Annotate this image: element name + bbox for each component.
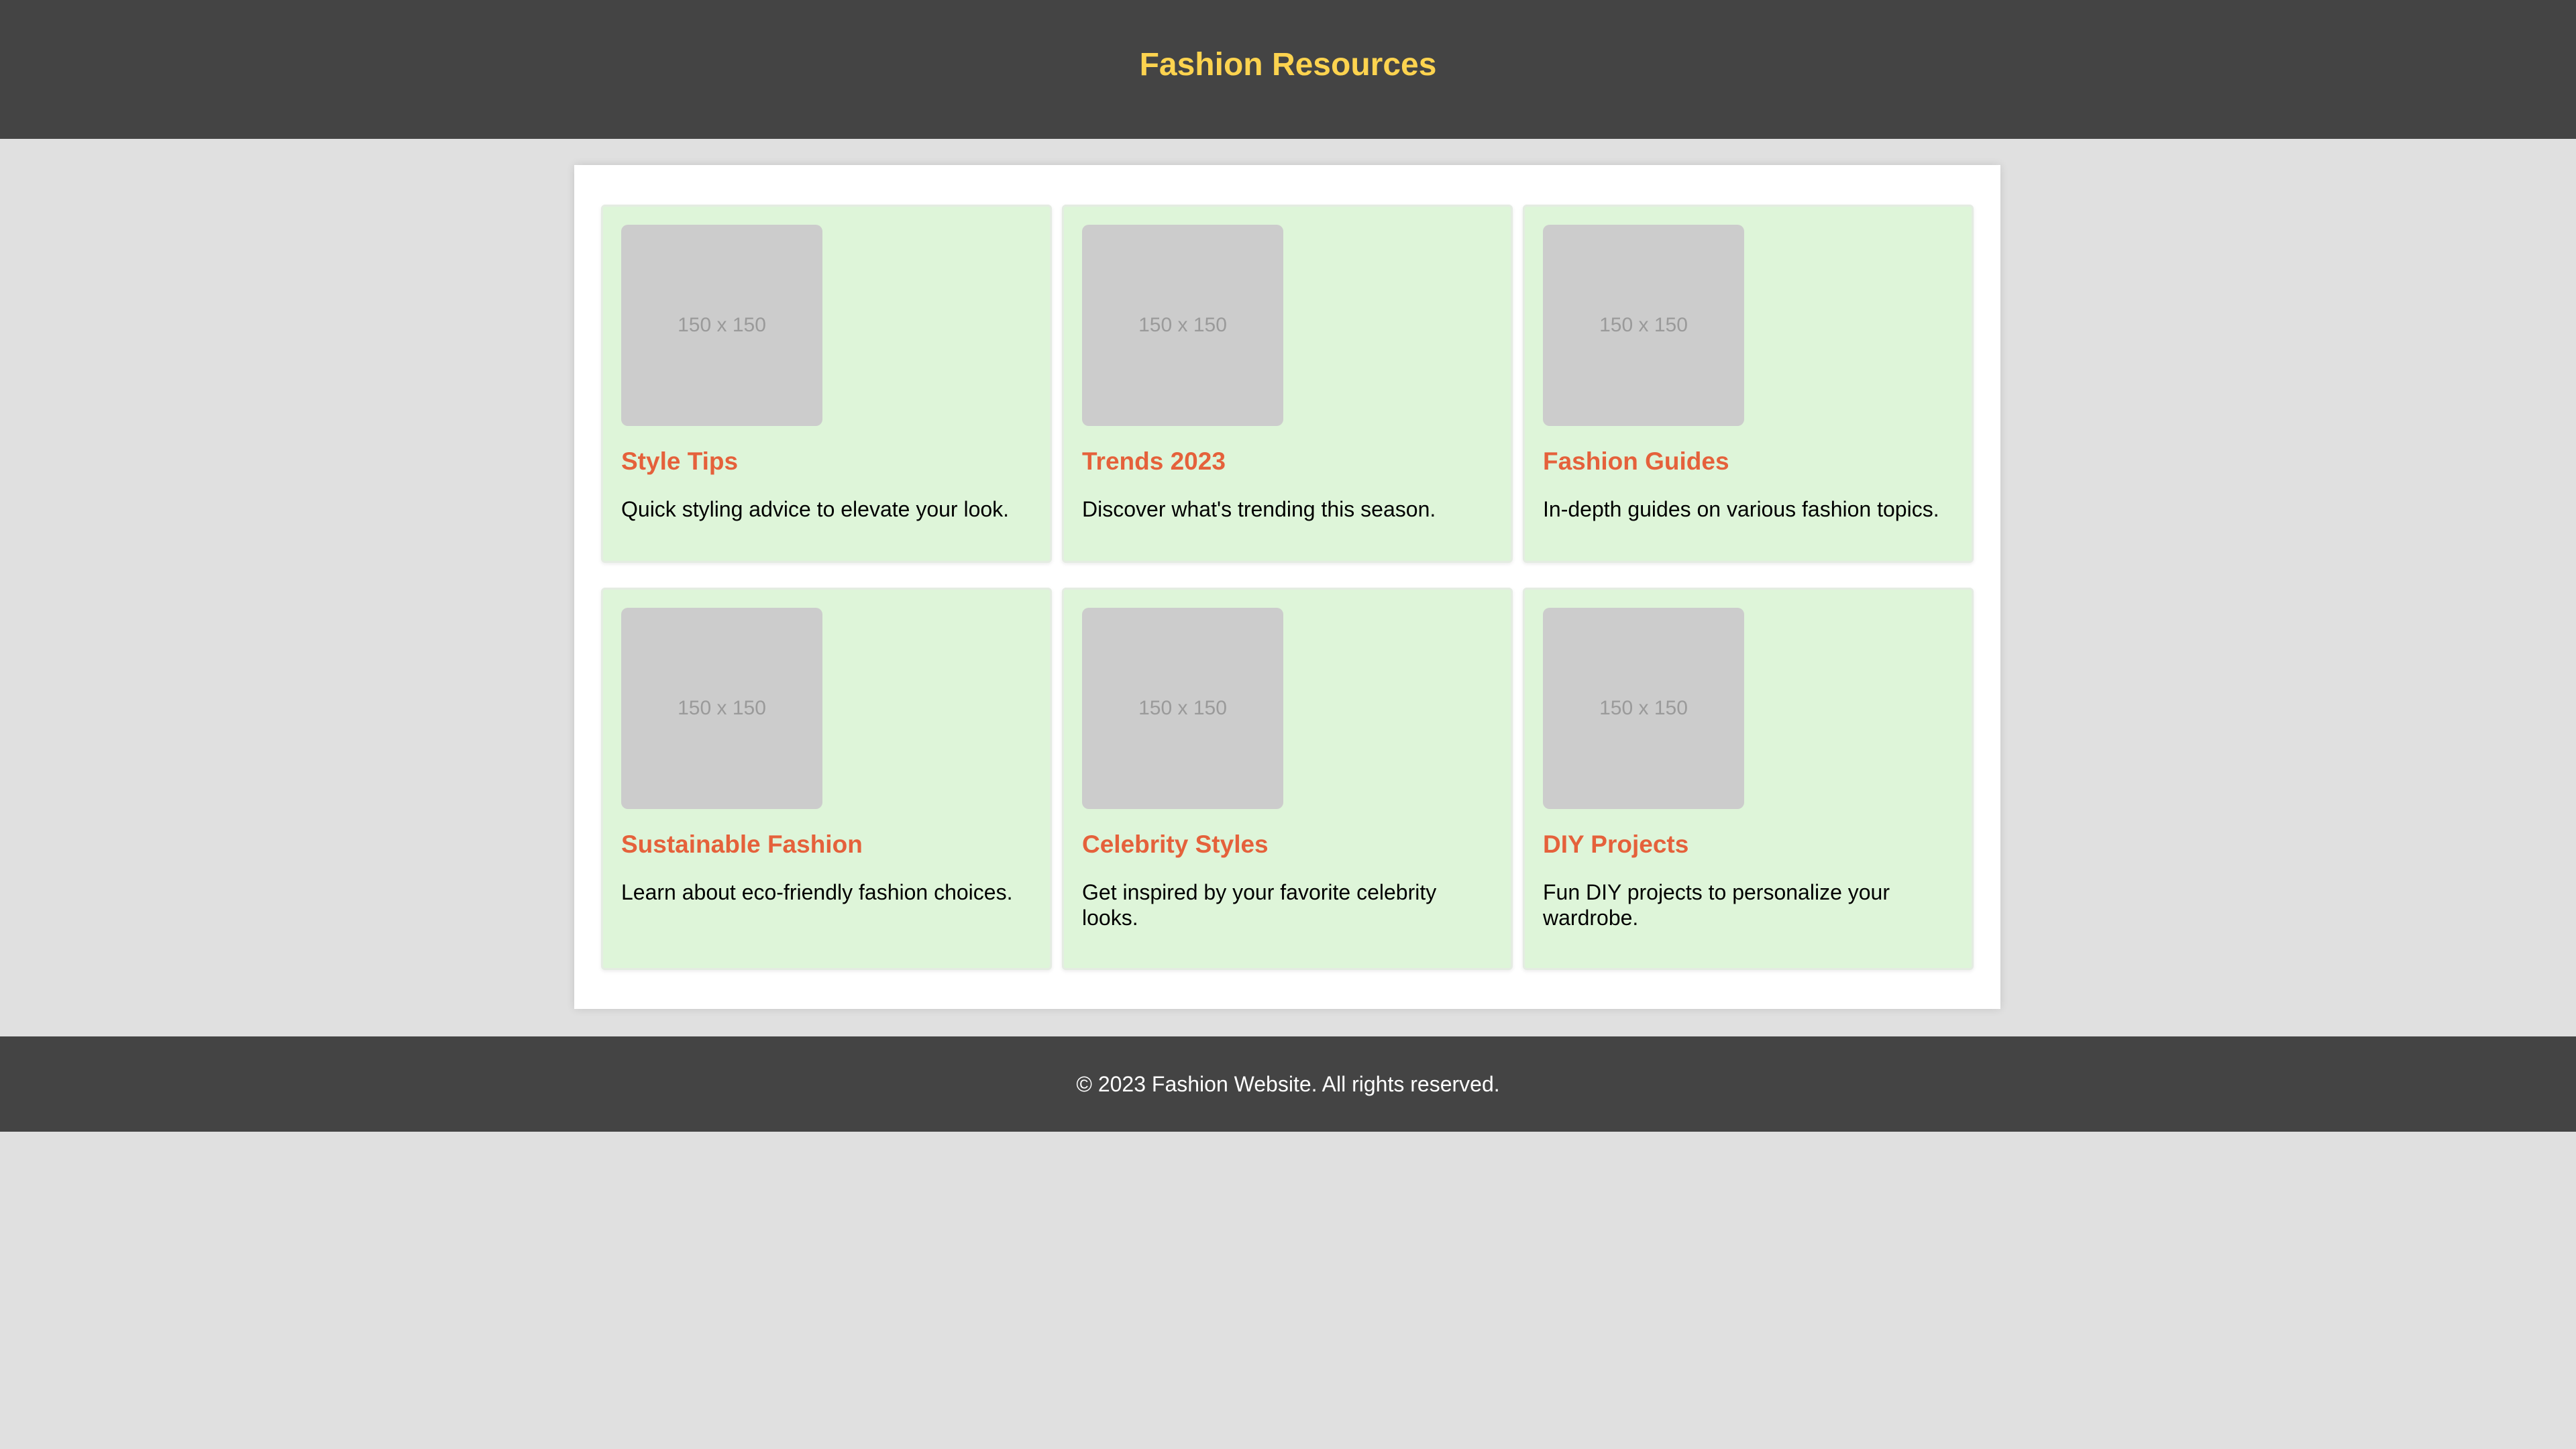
site-header: Fashion Resources [0,0,2576,139]
site-footer: © 2023 Fashion Website. All rights reser… [0,1036,2576,1132]
placeholder-image-label: 150 x 150 [1599,697,1688,719]
placeholder-image: 150 x 150 [621,225,822,426]
placeholder-image: 150 x 150 [1082,608,1283,809]
resources-container: 150 x 150 Style Tips Quick styling advic… [574,165,2000,1009]
page-title: Fashion Resources [1139,47,1437,83]
card-description: Get inspired by your favorite celebrity … [1082,880,1437,930]
placeholder-image-label: 150 x 150 [678,314,766,336]
resource-card-style-tips[interactable]: 150 x 150 Style Tips Quick styling advic… [601,205,1052,563]
placeholder-image: 150 x 150 [1543,225,1744,426]
card-description: Quick styling advice to elevate your loo… [621,497,1010,521]
placeholder-image-label: 150 x 150 [1599,314,1688,336]
resource-card-trends-2023[interactable]: 150 x 150 Trends 2023 Discover what's tr… [1062,205,1513,563]
card-title[interactable]: Style Tips [621,447,738,476]
placeholder-image: 150 x 150 [621,608,822,809]
card-title[interactable]: Trends 2023 [1082,447,1226,476]
copyright-text: © 2023 Fashion Website. All rights reser… [1076,1071,1500,1096]
card-title[interactable]: Sustainable Fashion [621,830,863,859]
placeholder-image-label: 150 x 150 [678,697,766,719]
card-description: In-depth guides on various fashion topic… [1543,497,1939,521]
placeholder-image-label: 150 x 150 [1138,314,1227,336]
placeholder-image-label: 150 x 150 [1138,697,1227,719]
resource-card-celebrity-styles[interactable]: 150 x 150 Celebrity Styles Get inspired … [1062,588,1513,970]
card-title[interactable]: DIY Projects [1543,830,1688,859]
card-title[interactable]: Fashion Guides [1543,447,1729,476]
card-description: Fun DIY projects to personalize your war… [1543,880,1890,930]
resource-card-sustainable-fashion[interactable]: 150 x 150 Sustainable Fashion Learn abou… [601,588,1052,970]
card-title[interactable]: Celebrity Styles [1082,830,1269,859]
resource-card-diy-projects[interactable]: 150 x 150 DIY Projects Fun DIY projects … [1523,588,1974,970]
resource-card-fashion-guides[interactable]: 150 x 150 Fashion Guides In-depth guides… [1523,205,1974,563]
card-description: Discover what's trending this season. [1082,497,1436,521]
card-description: Learn about eco-friendly fashion choices… [621,880,1013,904]
placeholder-image: 150 x 150 [1082,225,1283,426]
placeholder-image: 150 x 150 [1543,608,1744,809]
